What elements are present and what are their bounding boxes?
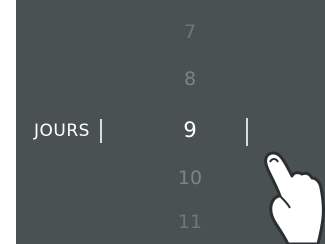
wheel-item[interactable]: 7	[173, 23, 207, 42]
wheel-item-selected[interactable]: 9	[173, 120, 207, 141]
wheel-item[interactable]: 10	[173, 169, 207, 188]
device-frame: JOURS 7 8 9 10 11 0	[0, 0, 325, 244]
left-selection-divider	[100, 119, 102, 143]
wheel-item[interactable]: 8	[173, 70, 207, 89]
right-selection-divider	[246, 118, 248, 146]
hand-pointer-icon	[264, 151, 325, 244]
wheel-item[interactable]: 11	[173, 213, 207, 232]
unit-label: JOURS	[34, 121, 90, 141]
